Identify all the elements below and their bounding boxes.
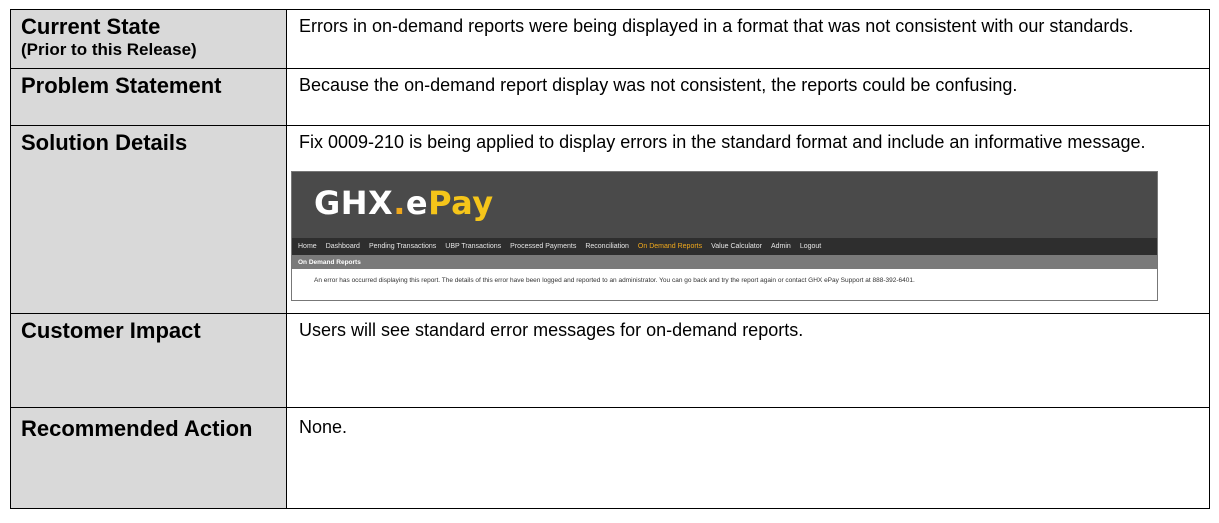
recommended-action-text: None.: [299, 417, 348, 437]
current-state-sublabel: (Prior to this Release): [21, 40, 197, 59]
current-state-label: Current State: [21, 14, 161, 39]
problem-statement-text: Because the on-demand report display was…: [299, 75, 1018, 95]
nav-item-logout: Logout: [799, 243, 822, 250]
solution-details-label: Solution Details: [21, 130, 188, 155]
current-state-text: Errors in on-demand reports were being d…: [299, 16, 1134, 36]
nav-item-value-calculator: Value Calculator: [711, 243, 762, 250]
solution-details-text: Fix 0009-210 is being applied to display…: [299, 132, 1146, 152]
customer-impact-text: Users will see standard error messages f…: [299, 320, 804, 340]
row-value-cell: Fix 0009-210 is being applied to display…: [286, 125, 1210, 314]
epay-nav-bar: Home Dashboard Pending Transactions UBP …: [292, 238, 1157, 255]
row-label-cell: Solution Details: [10, 125, 287, 314]
epay-header: GHX.ePay: [292, 172, 1157, 238]
problem-statement-label: Problem Statement: [21, 73, 222, 98]
nav-item-on-demand-reports: On Demand Reports: [637, 243, 703, 250]
row-label-cell: Customer Impact: [10, 313, 287, 408]
customer-impact-label: Customer Impact: [21, 318, 201, 343]
nav-item-pending-transactions: Pending Transactions: [368, 243, 437, 250]
row-label-cell: Problem Statement: [10, 68, 287, 126]
nav-item-processed-payments: Processed Payments: [510, 243, 577, 250]
epay-screenshot: GHX.ePay Home Dashboard Pending Transact…: [291, 171, 1158, 301]
error-message: An error has occurred displaying this re…: [314, 277, 915, 284]
row-value-cell: Because the on-demand report display was…: [286, 68, 1210, 126]
ghx-epay-logo: GHX.ePay: [314, 184, 494, 222]
nav-item-dashboard: Dashboard: [325, 243, 360, 250]
table-row: Recommended Action None.: [10, 407, 1210, 509]
nav-item-admin: Admin: [770, 243, 791, 250]
row-value-cell: Users will see standard error messages f…: [286, 313, 1210, 408]
table-row: Problem Statement Because the on-demand …: [10, 68, 1210, 126]
row-label-cell: Current State (Prior to this Release): [10, 9, 287, 69]
breadcrumb-label: On Demand Reports: [298, 258, 361, 266]
table-row: Current State (Prior to this Release) Er…: [10, 9, 1210, 69]
nav-item-ubp-transactions: UBP Transactions: [445, 243, 502, 250]
breadcrumb: On Demand Reports: [292, 255, 1157, 269]
recommended-action-label: Recommended Action: [21, 416, 253, 441]
table-row: Solution Details Fix 0009-210 is being a…: [10, 125, 1210, 314]
nav-item-reconciliation: Reconciliation: [585, 243, 629, 250]
table-row: Customer Impact Users will see standard …: [10, 313, 1210, 408]
row-label-cell: Recommended Action: [10, 407, 287, 509]
release-notes-table: Current State (Prior to this Release) Er…: [10, 9, 1210, 509]
nav-item-home: Home: [298, 243, 317, 250]
row-value-cell: None.: [286, 407, 1210, 509]
row-value-cell: Errors in on-demand reports were being d…: [286, 9, 1210, 69]
